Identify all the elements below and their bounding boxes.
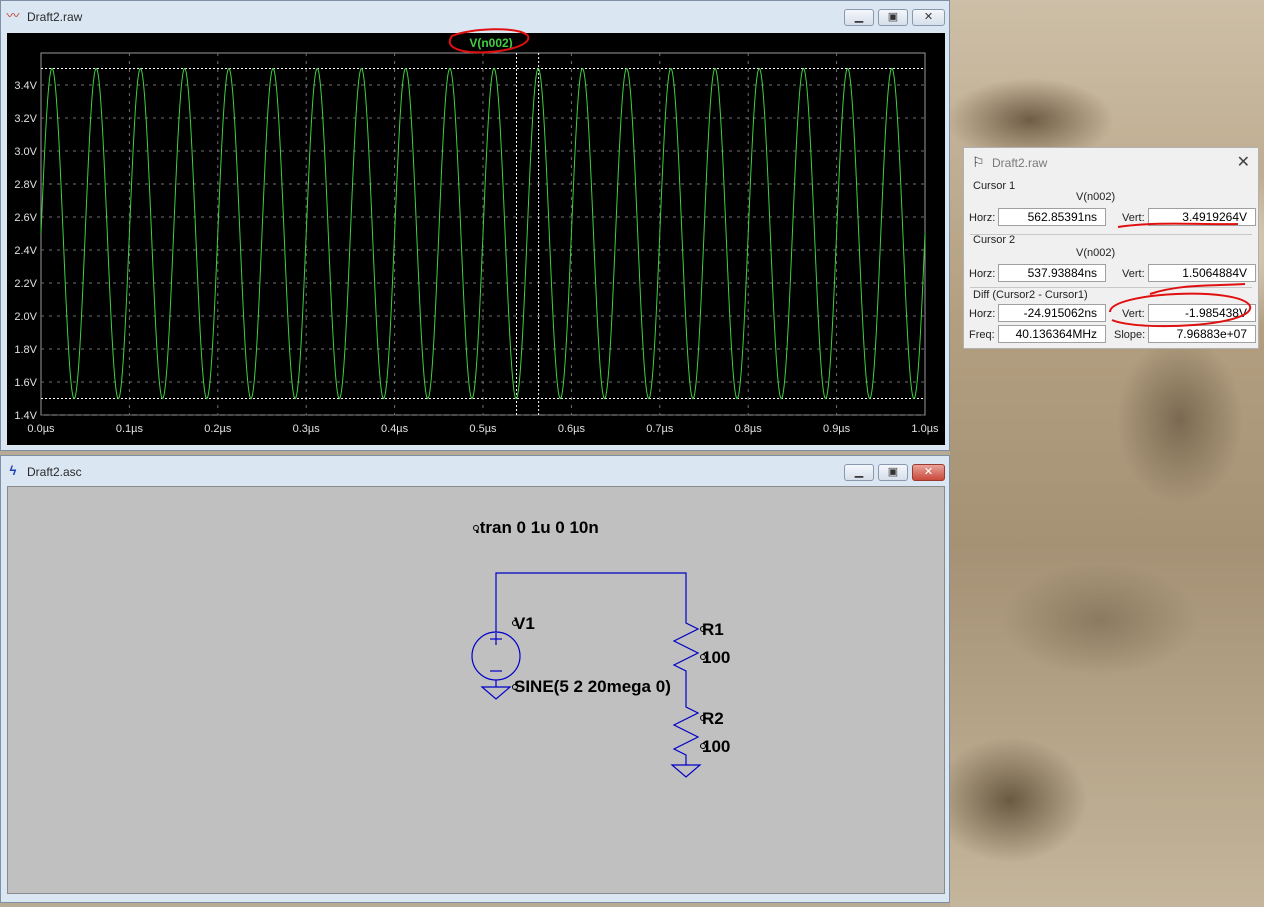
cursor2-vert-field[interactable]: 1.5064884V <box>1148 264 1256 282</box>
r2-value[interactable]: 100 <box>702 737 730 757</box>
waveform-titlebar[interactable]: 〰 Draft2.raw ▁ ▣ ✕ <box>1 1 949 31</box>
maximize-button[interactable]: ▣ <box>878 464 908 481</box>
waveform-app-icon: 〰 <box>6 8 20 23</box>
cursor1-vert-field[interactable]: 3.4919264V <box>1148 208 1256 226</box>
cursor1-group-label: Cursor 1 <box>973 180 1016 192</box>
schematic-canvas[interactable]: .tran 0 1u 0 10n V1 SINE(5 2 20mega 0) R… <box>7 486 945 894</box>
cursor1-horz-field[interactable]: 562.85391ns <box>998 208 1106 226</box>
v1-value[interactable]: SINE(5 2 20mega 0) <box>514 677 671 697</box>
cursor2-vert-label: Vert: <box>1122 268 1145 280</box>
y-tick-label: 2.8V <box>14 179 37 191</box>
y-tick-label: 3.4V <box>14 80 37 92</box>
y-tick-label: 1.4V <box>14 410 37 422</box>
slope-label: Slope: <box>1114 329 1146 341</box>
waveform-window: 〰 Draft2.raw ▁ ▣ ✕ 3.4V 3.2V 3.0V 2.8V 2.6V 2… <box>0 0 950 451</box>
cursor-dialog-title: Draft2.raw <box>992 156 1048 170</box>
y-tick-label: 3.0V <box>14 146 37 158</box>
schematic-titlebar[interactable]: ϟ Draft2.asc ▁ ▣ ✕ <box>1 456 949 486</box>
x-tick-label: 0.4µs <box>381 423 409 435</box>
minimize-button[interactable]: ▁ <box>844 464 874 481</box>
y-tick-label: 3.2V <box>14 113 37 125</box>
maximize-button[interactable]: ▣ <box>878 9 908 26</box>
x-tick-label: 0.1µs <box>116 423 144 435</box>
trace-label: V(n002) <box>469 36 512 50</box>
r1-value[interactable]: 100 <box>702 648 730 668</box>
r2-name[interactable]: R2 <box>702 709 724 729</box>
cursor2-horz-field[interactable]: 537.93884ns <box>998 264 1106 282</box>
schematic-app-icon: ϟ <box>9 463 17 478</box>
diff-vert-field[interactable]: -1.985438V <box>1148 304 1256 322</box>
desktop-wallpaper <box>950 0 1264 907</box>
diff-horz-label: Horz: <box>969 308 996 320</box>
x-tick-label: 0.7µs <box>646 423 674 435</box>
y-tick-label: 2.6V <box>14 212 37 224</box>
y-tick-label: 2.4V <box>14 245 37 257</box>
waveform-window-title: Draft2.raw <box>27 10 83 24</box>
x-tick-label: 0.8µs <box>735 423 763 435</box>
x-tick-label: 0.0µs <box>27 423 55 435</box>
x-tick-label: 1.0µs <box>911 423 939 435</box>
diff-vert-label: Vert: <box>1122 308 1145 320</box>
slope-field[interactable]: 7.96883e+07 <box>1148 325 1256 343</box>
schematic-window-title: Draft2.asc <box>27 465 82 479</box>
y-tick-label: 1.8V <box>14 344 37 356</box>
v1-name[interactable]: V1 <box>514 614 535 634</box>
close-button[interactable]: ✕ <box>912 9 945 26</box>
cursor2-horz-label: Horz: <box>969 268 996 280</box>
cursor2-group-label: Cursor 2 <box>973 234 1016 246</box>
resistor-r2-symbol <box>672 687 700 765</box>
y-tick-label: 1.6V <box>14 377 37 389</box>
minimize-button[interactable]: ▁ <box>844 9 874 26</box>
diff-group-label: Diff (Cursor2 - Cursor1) <box>973 289 1088 301</box>
cursor-dialog: ⚐ Draft2.raw ✕ Cursor 1 V(n002) Horz: 56… <box>963 147 1259 349</box>
cursor-dialog-icon: ⚐ <box>972 154 985 170</box>
r1-name[interactable]: R1 <box>702 620 724 640</box>
close-button[interactable]: ✕ <box>912 464 945 481</box>
freq-field[interactable]: 40.136364MHz <box>998 325 1106 343</box>
resistor-r1-symbol <box>672 617 700 687</box>
x-tick-label: 0.2µs <box>204 423 232 435</box>
waveform-plot[interactable]: 3.4V 3.2V 3.0V 2.8V 2.6V 2.4V 2.2V 2.0V 1.8V 1.6V… <box>7 33 945 445</box>
schematic-window: ϟ Draft2.asc ▁ ▣ ✕ .tran 0 1u 0 10n V1 S… <box>0 455 950 903</box>
tran-directive[interactable]: .tran 0 1u 0 10n <box>475 518 599 538</box>
x-tick-label: 0.9µs <box>823 423 851 435</box>
cursor1-trace: V(n002) <box>1076 191 1116 203</box>
divider <box>970 287 1252 288</box>
cursor1-vert-label: Vert: <box>1122 212 1145 224</box>
x-tick-label: 0.6µs <box>558 423 586 435</box>
cursor2-trace: V(n002) <box>1076 247 1116 259</box>
close-icon[interactable]: ✕ <box>1237 152 1250 172</box>
x-tick-label: 0.3µs <box>293 423 321 435</box>
y-tick-label: 2.2V <box>14 278 37 290</box>
schematic-wires <box>471 572 702 778</box>
waveform-plot-svg: 3.4V 3.2V 3.0V 2.8V 2.6V 2.4V 2.2V 2.0V 1.8V 1.6V… <box>14 36 939 435</box>
y-tick-label: 2.0V <box>14 311 37 323</box>
freq-label: Freq: <box>969 329 995 341</box>
x-tick-label: 0.5µs <box>469 423 497 435</box>
cursor1-horz-label: Horz: <box>969 212 996 224</box>
diff-horz-field[interactable]: -24.915062ns <box>998 304 1106 322</box>
